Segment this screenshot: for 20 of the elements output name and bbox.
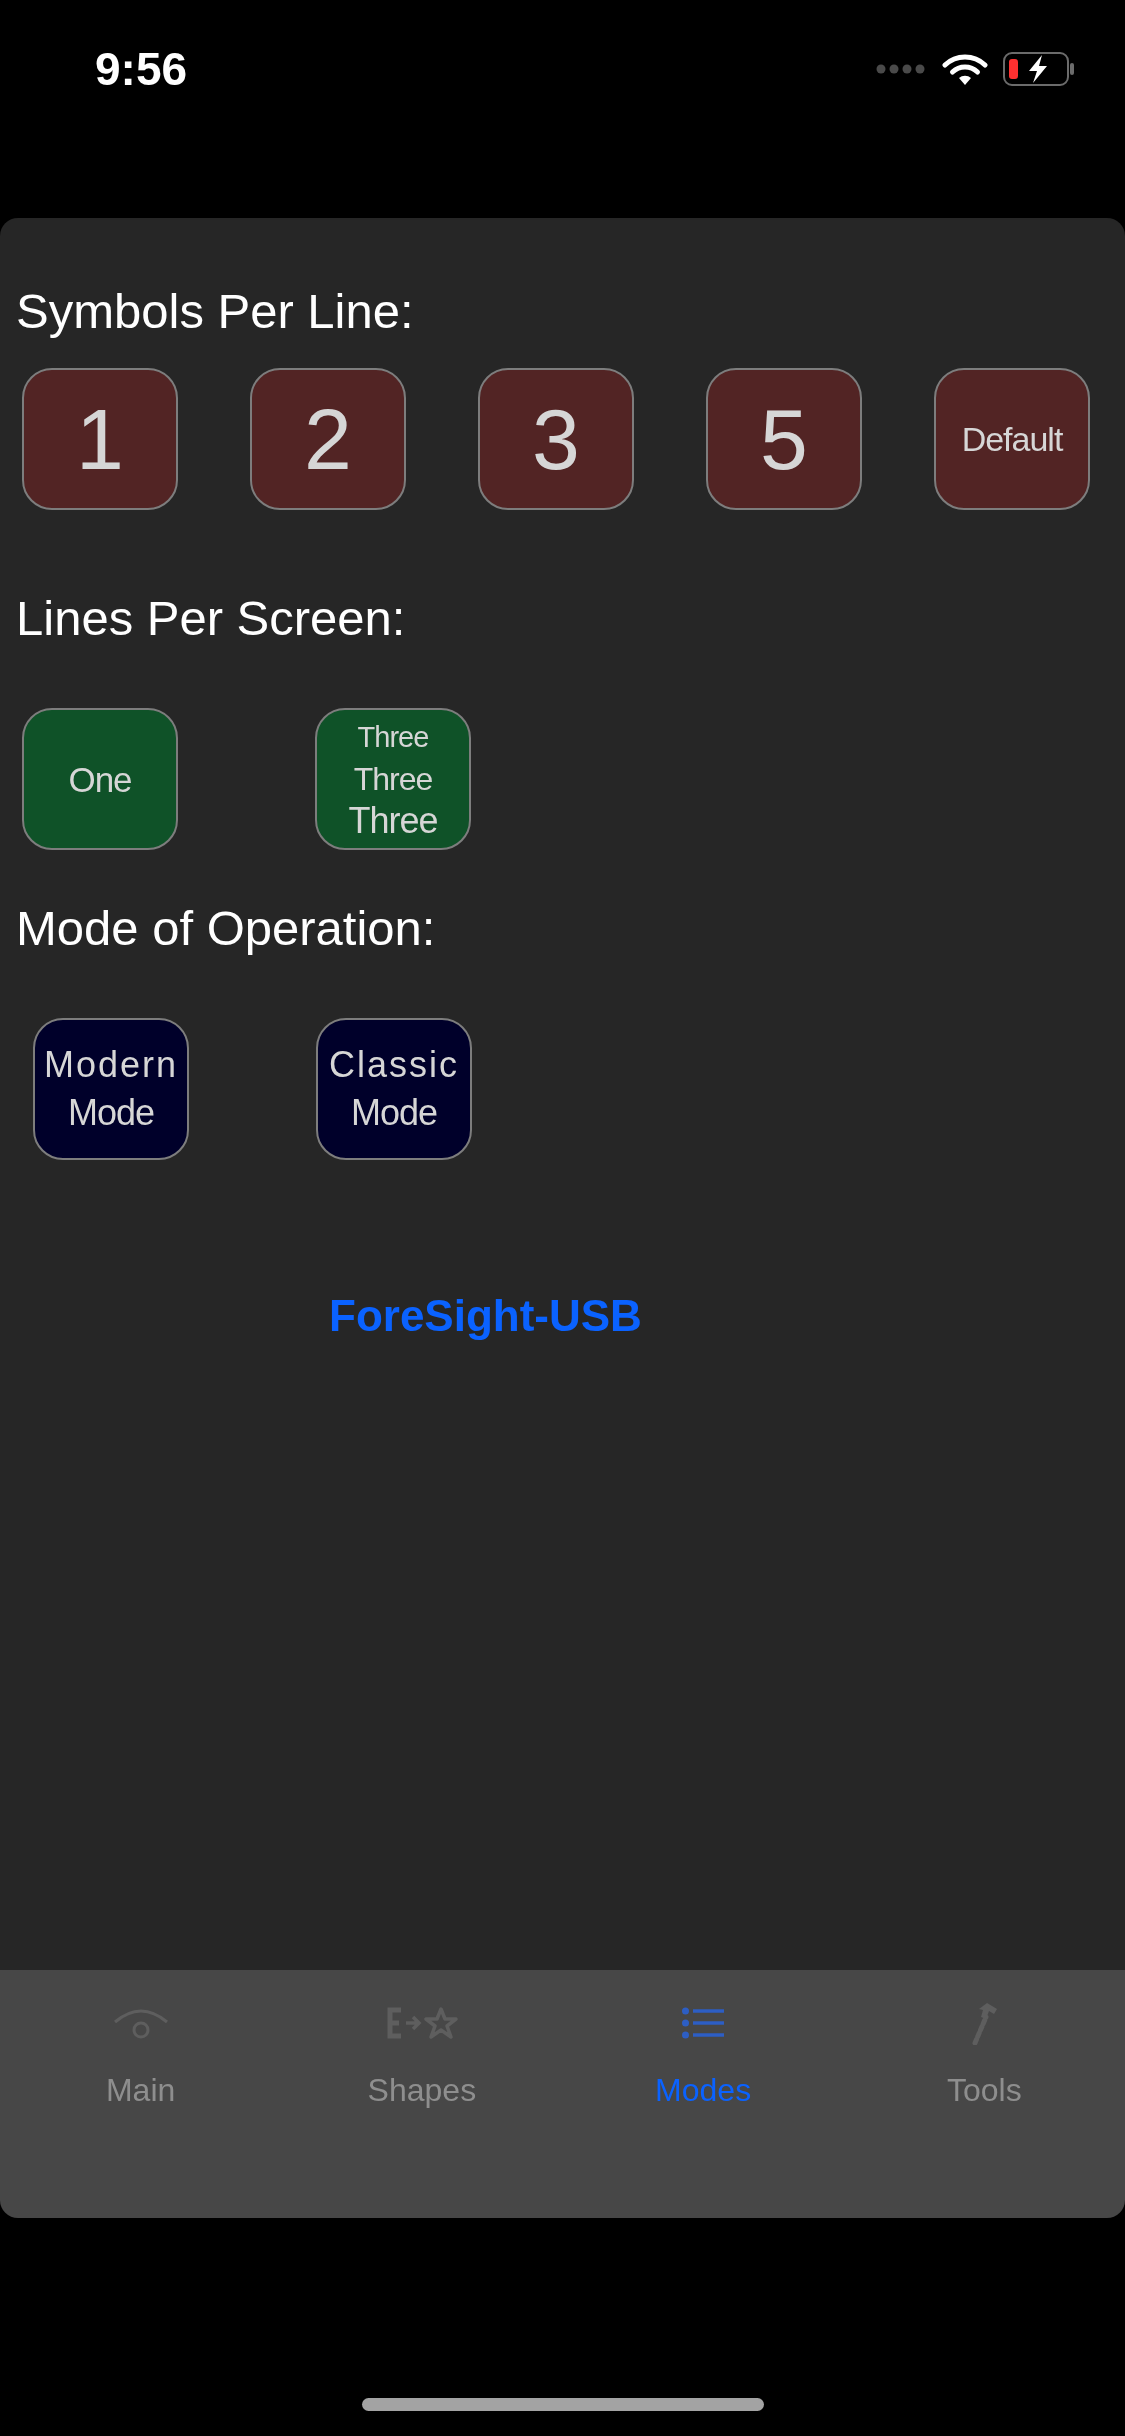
battery-charging-icon	[1003, 52, 1075, 86]
mode-option-button[interactable]: Classic Mode	[316, 1018, 472, 1160]
status-time: 9:56	[95, 46, 188, 92]
symbols-option-button[interactable]: 1	[22, 368, 178, 510]
list-icon	[682, 2007, 725, 2039]
hammer-icon	[969, 2001, 1000, 2045]
app-name-label: ForeSight-USB	[329, 1290, 642, 1342]
signal-icon	[876, 64, 926, 74]
symbols-option-button[interactable]: 2	[250, 368, 406, 510]
eye-icon	[112, 2006, 169, 2040]
symbols-option-button[interactable]: Default	[934, 368, 1090, 510]
section-heading: Mode of Operation:	[16, 900, 436, 956]
symbols-option-button[interactable]: 3	[478, 368, 634, 510]
section-heading: Symbols Per Line:	[16, 283, 414, 339]
lines-option-button[interactable]: One	[22, 708, 178, 850]
wifi-icon	[942, 52, 988, 86]
symbols-option-button[interactable]: 5	[706, 368, 862, 510]
lines-option-button[interactable]: Three Three Three	[315, 708, 471, 850]
section-heading: Lines Per Screen:	[16, 590, 406, 646]
mode-option-button[interactable]: Modern Mode	[33, 1018, 189, 1160]
